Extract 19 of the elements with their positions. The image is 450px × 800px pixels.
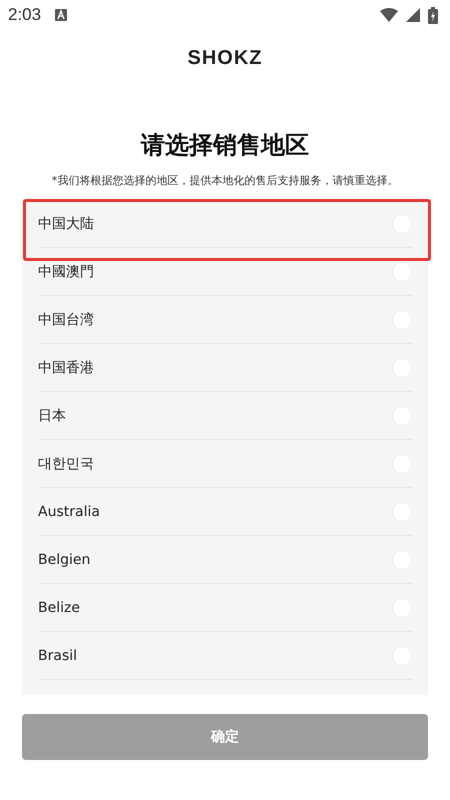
region-item[interactable]: 中國澳門 xyxy=(22,248,428,296)
region-item[interactable]: 日本 xyxy=(22,392,428,440)
region-item[interactable]: 中国大陆 xyxy=(22,200,428,248)
notice-text: *我们将根据您选择的地区，提供本地化的售后支持服务，请慎重选择。 xyxy=(50,173,400,189)
region-item[interactable]: Belgien xyxy=(22,536,428,584)
region-item[interactable]: 中国台湾 xyxy=(22,296,428,344)
notification-icon xyxy=(55,9,68,21)
battery-icon xyxy=(428,6,438,24)
region-item[interactable]: Brasil xyxy=(22,632,428,680)
page-title: 请选择销售地区 xyxy=(140,130,310,161)
signal-icon xyxy=(406,8,420,22)
wifi-icon xyxy=(380,8,398,22)
radio-button[interactable] xyxy=(392,262,412,282)
brand-logo: SHOKZ xyxy=(188,46,262,70)
region-item[interactable]: Australia xyxy=(22,488,428,536)
region-item[interactable]: 中国香港 xyxy=(22,344,428,392)
status-time: 2:03 xyxy=(8,5,42,25)
region-item[interactable]: Belize xyxy=(22,584,428,632)
region-item[interactable]: 대한민국 xyxy=(22,440,428,488)
